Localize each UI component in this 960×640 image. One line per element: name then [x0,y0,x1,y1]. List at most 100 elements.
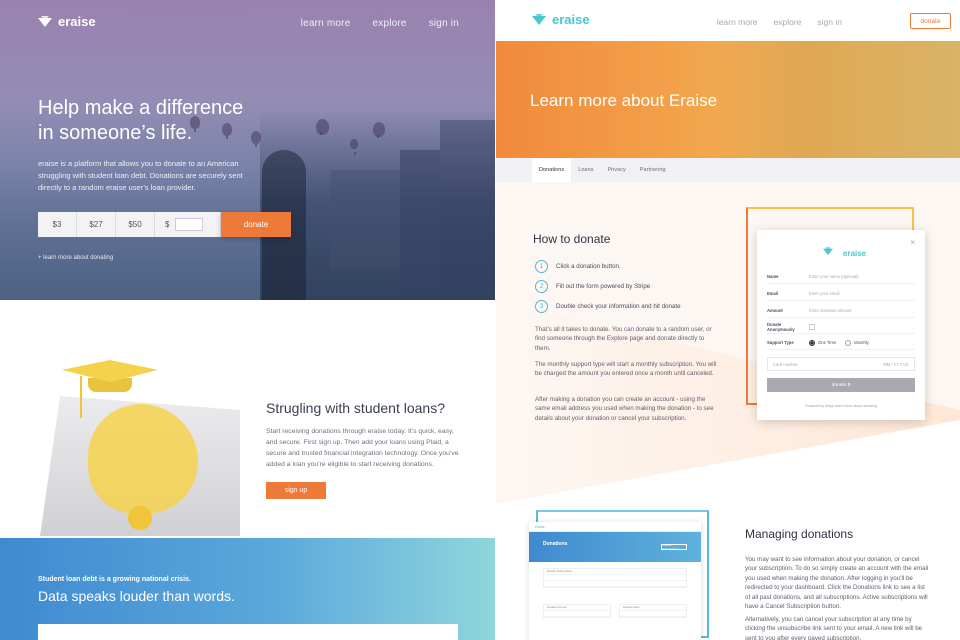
dashboard-cancel-button: Cancel Subscription [661,543,687,551]
nav-links: learn more explore sign in [717,17,842,27]
nav-links: learn more explore sign in [301,18,459,29]
eraise-logo[interactable]: eraise [38,14,96,29]
landing-page-panel: Help make a difference in someone’s life… [0,0,495,640]
student-loans-body: Start receiving donations through eraise… [266,428,459,468]
amount-option-3[interactable]: $3 [38,212,77,237]
donation-step: 2 Fill out the form powered by Stripe [535,276,681,297]
building-image [330,170,400,270]
card-input[interactable]: Card number MM / YY CVC [767,357,915,371]
managing-donations-paragraph: Alternatively, you can cancel your subsc… [745,616,923,640]
custom-amount-input[interactable] [175,218,204,231]
logo-wordmark: eraise [58,14,96,29]
tab-donations[interactable]: Donations [532,158,572,182]
stats-title: Data speaks louder than words. [38,588,235,604]
amount-option-50[interactable]: $50 [116,212,155,237]
table-row [544,611,610,617]
dashboard-table: Monthly Subscriptions [543,568,687,588]
donation-amount-bar: $3 $27 $50 $ donate [38,212,291,237]
managing-donations-paragraph: You may want to see information about yo… [745,556,929,611]
hot-air-balloon-image [350,139,358,155]
nav-learn-more-link[interactable]: learn more [717,17,758,27]
dashboard-banner: Donations Cancel Subscription [529,532,701,562]
field-label: Support Type [767,340,794,345]
donation-steps-list: 1 Click a donation button. 2 Fill out th… [535,256,681,316]
learn-more-donating-link[interactable]: + learn more about donating [38,255,113,261]
radio-label: One Time [818,340,837,345]
sign-up-button[interactable]: sign up [266,482,326,499]
field-placeholder: Enter your name (optional) [809,274,859,279]
dashboard-title: Donations [543,541,568,547]
step-text: Double check your information and hit do… [556,303,681,310]
tab-partnering[interactable]: Partnering [633,158,673,182]
dashboard-brand: eraise [535,524,545,529]
support-type-row: Support Type One Time Monthly [767,336,915,350]
hero-description: eraise is a platform that allows you to … [38,159,243,192]
field-label: Amount [767,308,783,313]
anonymous-row: Donate Anonymously [767,320,915,334]
stats-section: Student loan debt is a growing national … [0,538,495,640]
nav-explore-link[interactable]: explore [774,17,802,27]
eraise-logo[interactable]: eraise [532,12,590,27]
amount-field[interactable]: Amount Enter donation amount [767,304,915,318]
logo-wordmark: eraise [552,12,590,27]
student-loans-title: Strugling with student loans? [266,400,445,416]
field-label: Donate Anonymously [767,321,795,332]
nav-learn-more-link[interactable]: learn more [301,18,351,29]
email-field[interactable]: Email Enter your email [767,287,915,301]
step-number-badge: 2 [535,280,548,293]
building-image [400,150,440,290]
powered-by-stripe: Powered by stripe learn more about donat… [805,404,877,408]
modal-donate-button[interactable]: donate $ [767,378,915,392]
learn-more-banner: Learn more about Eraise [496,41,960,158]
hero-donate-button[interactable]: donate [221,212,291,237]
graduation-illustration [40,338,245,538]
field-placeholder: Enter your email [809,291,840,296]
how-to-donate-paragraph: That’s all it takes to donate. You can d… [535,326,712,352]
stats-card [38,624,458,640]
top-navigation: eraise learn more explore sign in [0,0,495,42]
donation-step: 1 Click a donation button. [535,256,681,277]
nav-sign-in-link[interactable]: sign in [429,18,459,29]
currency-symbol: $ [165,220,170,229]
nav-donate-button[interactable]: donate [910,13,951,29]
card-expiry-placeholder: MM / YY CVC [883,361,909,367]
one-time-radio[interactable]: One Time [809,339,837,346]
modal-form: Name Enter your name (optional) Email En… [757,230,925,420]
radio-unselected-icon [845,339,852,346]
stats-kicker: Student loan debt is a growing national … [38,576,191,583]
step-text: Fill out the form powered by Stripe [556,283,651,290]
card-placeholder: Card number [773,361,798,367]
amount-option-27[interactable]: $27 [77,212,116,237]
building-image [440,120,495,290]
table-row [620,611,686,617]
screenshot-canvas: Help make a difference in someone’s life… [0,0,960,640]
custom-amount-field[interactable]: $ [155,212,221,237]
how-to-donate-paragraph: The monthly support type will start a mo… [535,361,717,378]
banner-title: Learn more about Eraise [530,91,718,110]
cap-tassel-graphic [80,376,82,418]
graduation-cap-icon [62,360,158,382]
eraise-logo-icon [38,15,52,28]
dashboard-table: Donation Amount [543,604,611,618]
student-loans-section: Strugling with student loans? Start rece… [0,300,495,540]
heart-shape-graphic [88,404,198,514]
tab-loans[interactable]: Loans [571,158,600,182]
how-to-donate-title: How to donate [533,232,611,246]
anonymous-checkbox[interactable] [809,323,815,330]
tab-privacy[interactable]: Privacy [600,158,632,182]
how-to-donate-paragraph: After making a donation you can create a… [535,396,714,422]
radio-selected-icon [809,339,815,346]
hot-air-balloon-image [373,122,385,138]
top-navigation: eraise learn more explore sign in donate [496,0,960,41]
dashboard-table: Donation Date [619,604,687,618]
field-label: Name [767,274,779,279]
field-placeholder: Enter donation amount [809,308,852,313]
monthly-radio[interactable]: Monthly [845,339,869,346]
nav-explore-link[interactable]: explore [372,18,406,29]
step-number-badge: 1 [535,260,548,273]
learn-more-page-panel: eraise learn more explore sign in donate… [496,0,960,640]
yellow-circle-graphic [128,506,152,530]
eraise-logo-icon [532,13,546,26]
name-field[interactable]: Name Enter your name (optional) [767,270,915,284]
nav-sign-in-link[interactable]: sign in [817,17,842,27]
